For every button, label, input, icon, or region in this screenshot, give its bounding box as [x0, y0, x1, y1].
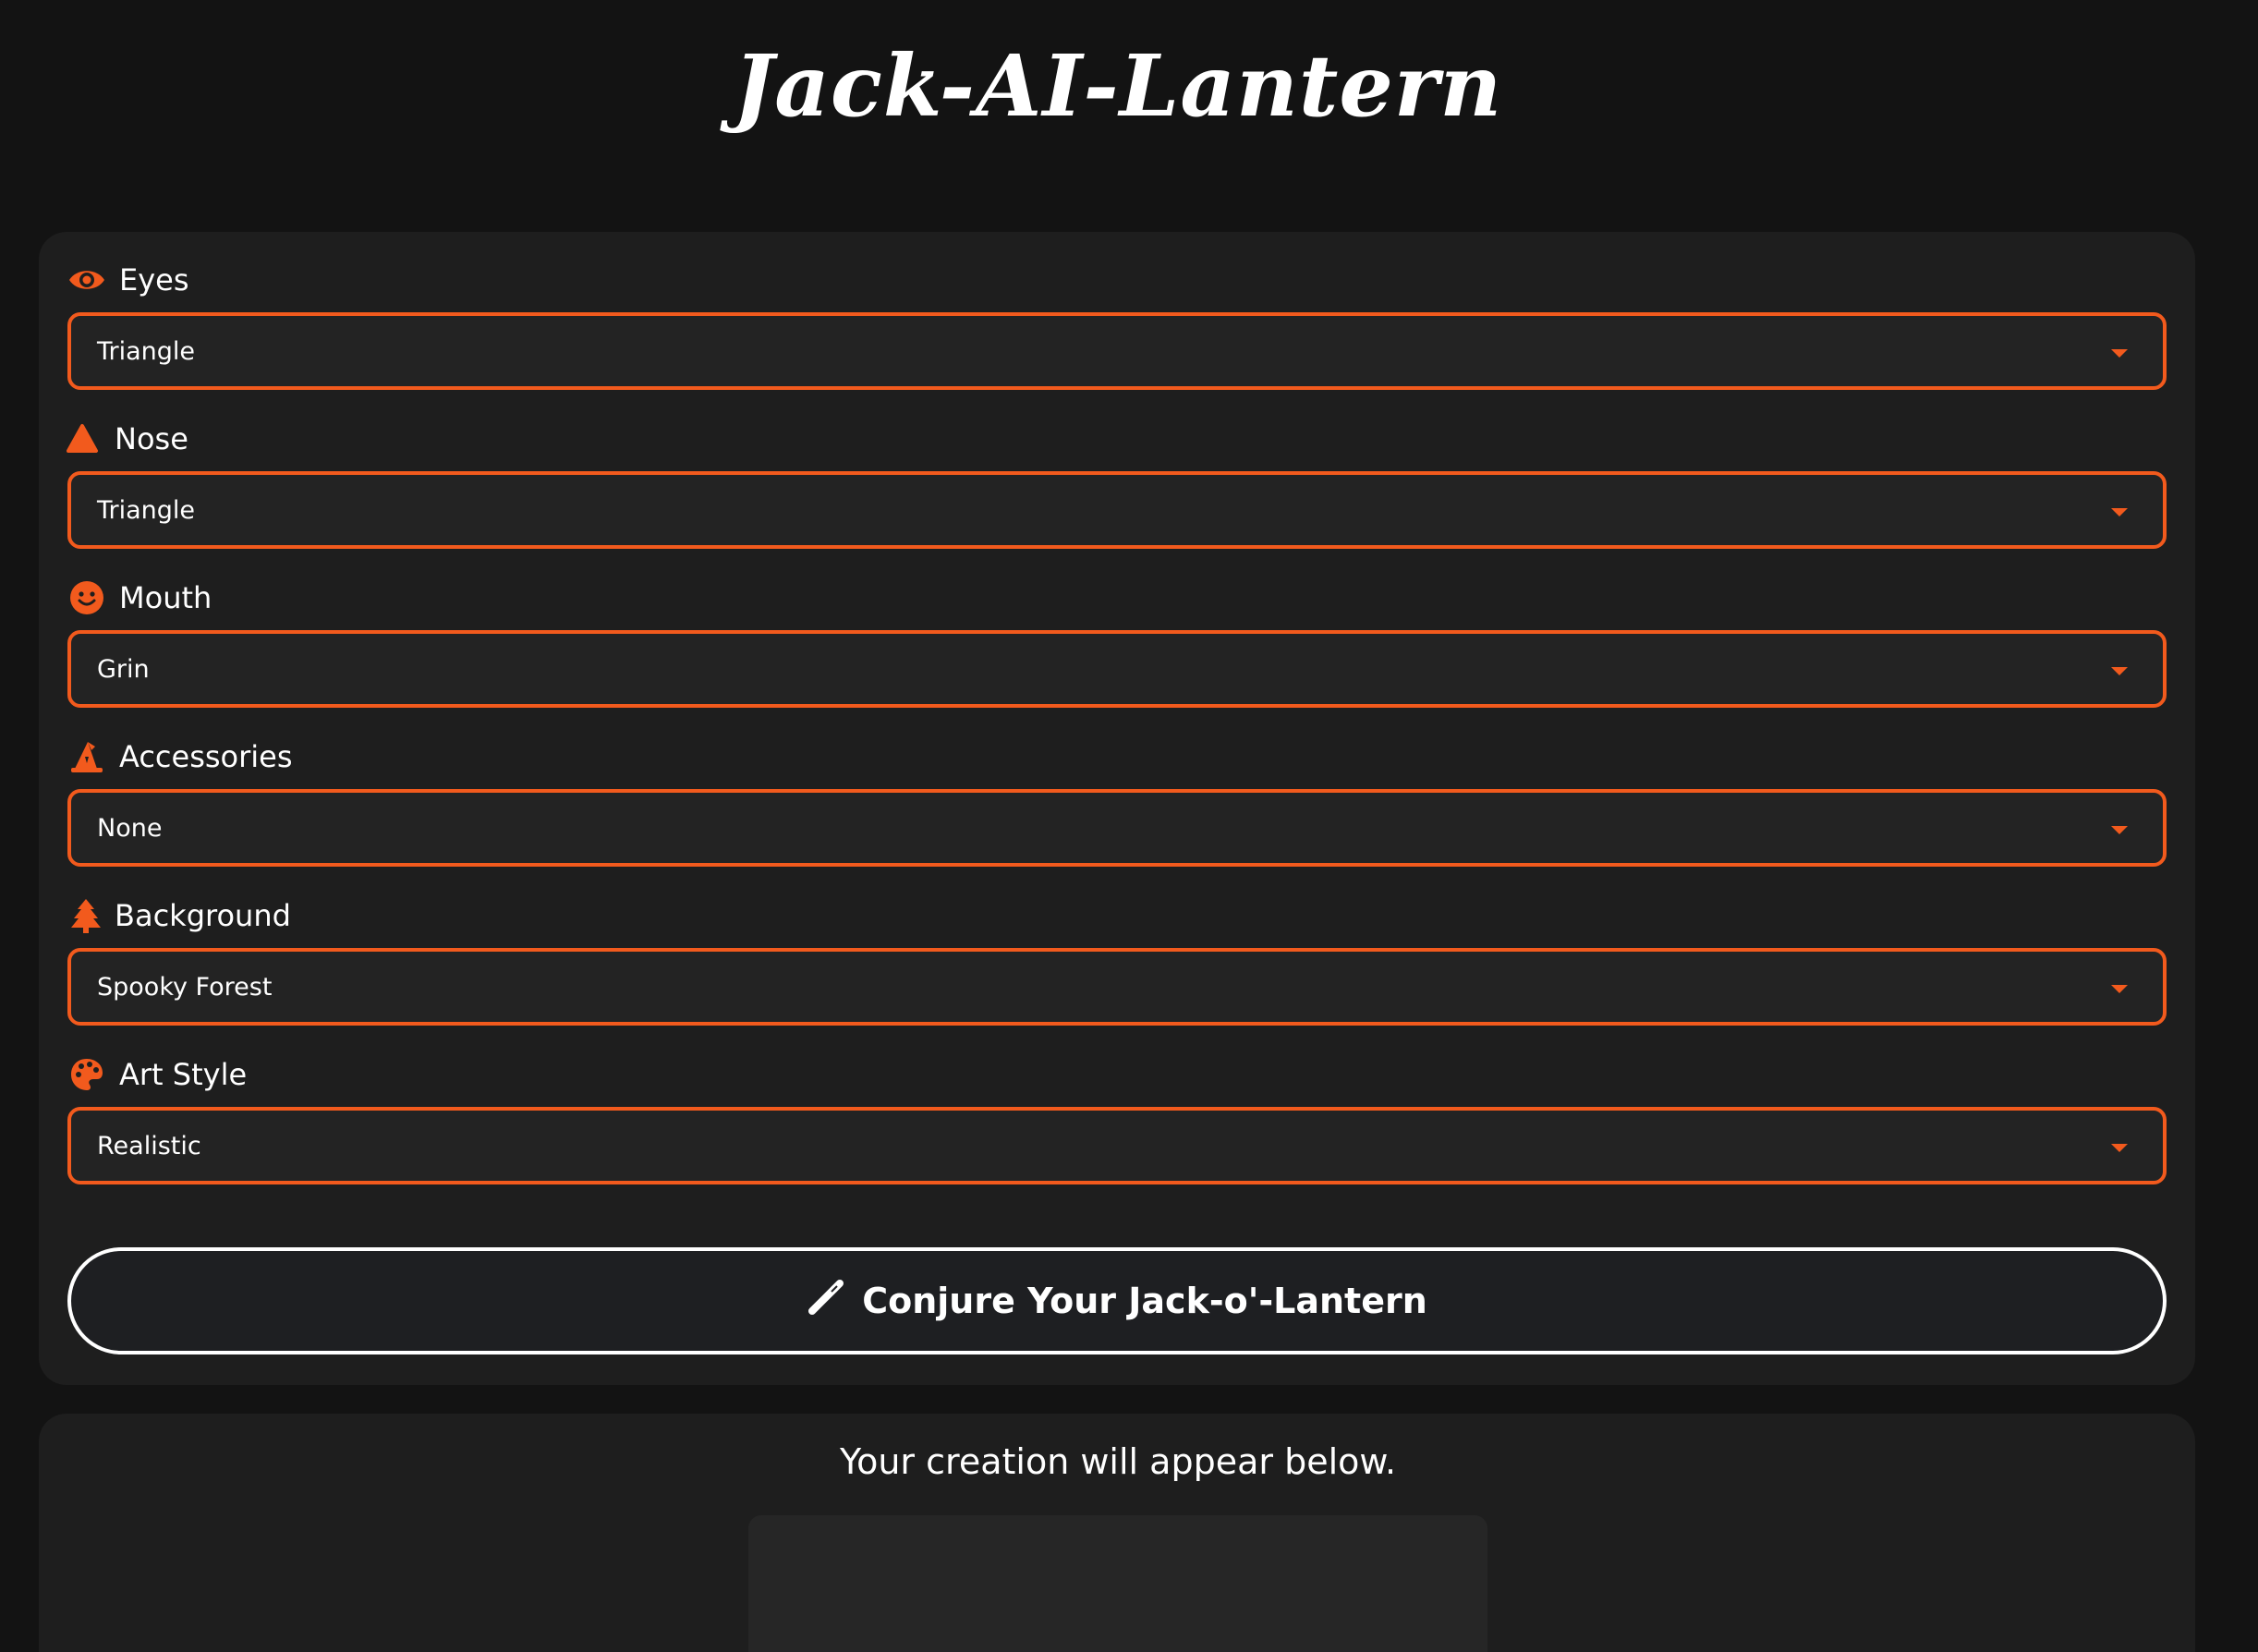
eyes-label-text: Eyes — [119, 262, 189, 298]
triangle-icon — [63, 419, 102, 458]
background-label: Background — [67, 894, 291, 937]
page: Jack-AI-Lantern Eyes Triangle Nose Trian… — [0, 0, 2258, 1652]
result-message: Your creation will appear below. — [839, 1441, 1397, 1482]
generated-image-placeholder — [748, 1515, 1487, 1652]
background-select[interactable]: Spooky Forest — [67, 948, 2167, 1026]
art-style-select-value: Realistic — [97, 1131, 201, 1160]
mouth-select[interactable]: Grin — [67, 630, 2167, 708]
chevron-down-icon — [2111, 826, 2128, 834]
app-title: Jack-AI-Lantern — [733, 36, 1503, 136]
smile-icon — [67, 578, 106, 617]
accessories-select-value: None — [97, 813, 163, 843]
background-label-text: Background — [115, 898, 291, 933]
nose-select[interactable]: Triangle — [67, 471, 2167, 549]
nose-select-value: Triangle — [97, 495, 196, 525]
accessories-select[interactable]: None — [67, 789, 2167, 867]
chevron-down-icon — [2111, 985, 2128, 993]
conjure-button-label: Conjure Your Jack-o'-Lantern — [862, 1281, 1427, 1321]
mouth-label: Mouth — [67, 577, 212, 619]
eye-icon — [67, 261, 106, 299]
witch-hat-icon — [67, 737, 106, 776]
art-style-label: Art Style — [67, 1053, 247, 1096]
conjure-button[interactable]: Conjure Your Jack-o'-Lantern — [67, 1247, 2167, 1354]
art-style-label-text: Art Style — [119, 1057, 248, 1092]
palette-icon — [67, 1055, 106, 1094]
nose-label-text: Nose — [115, 421, 188, 456]
accessories-label: Accessories — [67, 735, 293, 778]
accessories-label-text: Accessories — [119, 739, 293, 774]
chevron-down-icon — [2111, 667, 2128, 675]
eyes-select-value: Triangle — [97, 336, 196, 366]
eyes-label: Eyes — [67, 259, 189, 301]
nose-label: Nose — [63, 418, 188, 460]
magic-wand-icon — [807, 1278, 845, 1325]
mouth-label-text: Mouth — [119, 580, 212, 615]
eyes-select[interactable]: Triangle — [67, 312, 2167, 390]
art-style-select[interactable]: Realistic — [67, 1107, 2167, 1184]
chevron-down-icon — [2111, 1144, 2128, 1152]
mouth-select-value: Grin — [97, 654, 150, 684]
background-select-value: Spooky Forest — [97, 972, 273, 1002]
chevron-down-icon — [2111, 349, 2128, 358]
tree-icon — [67, 896, 105, 935]
chevron-down-icon — [2111, 508, 2128, 516]
